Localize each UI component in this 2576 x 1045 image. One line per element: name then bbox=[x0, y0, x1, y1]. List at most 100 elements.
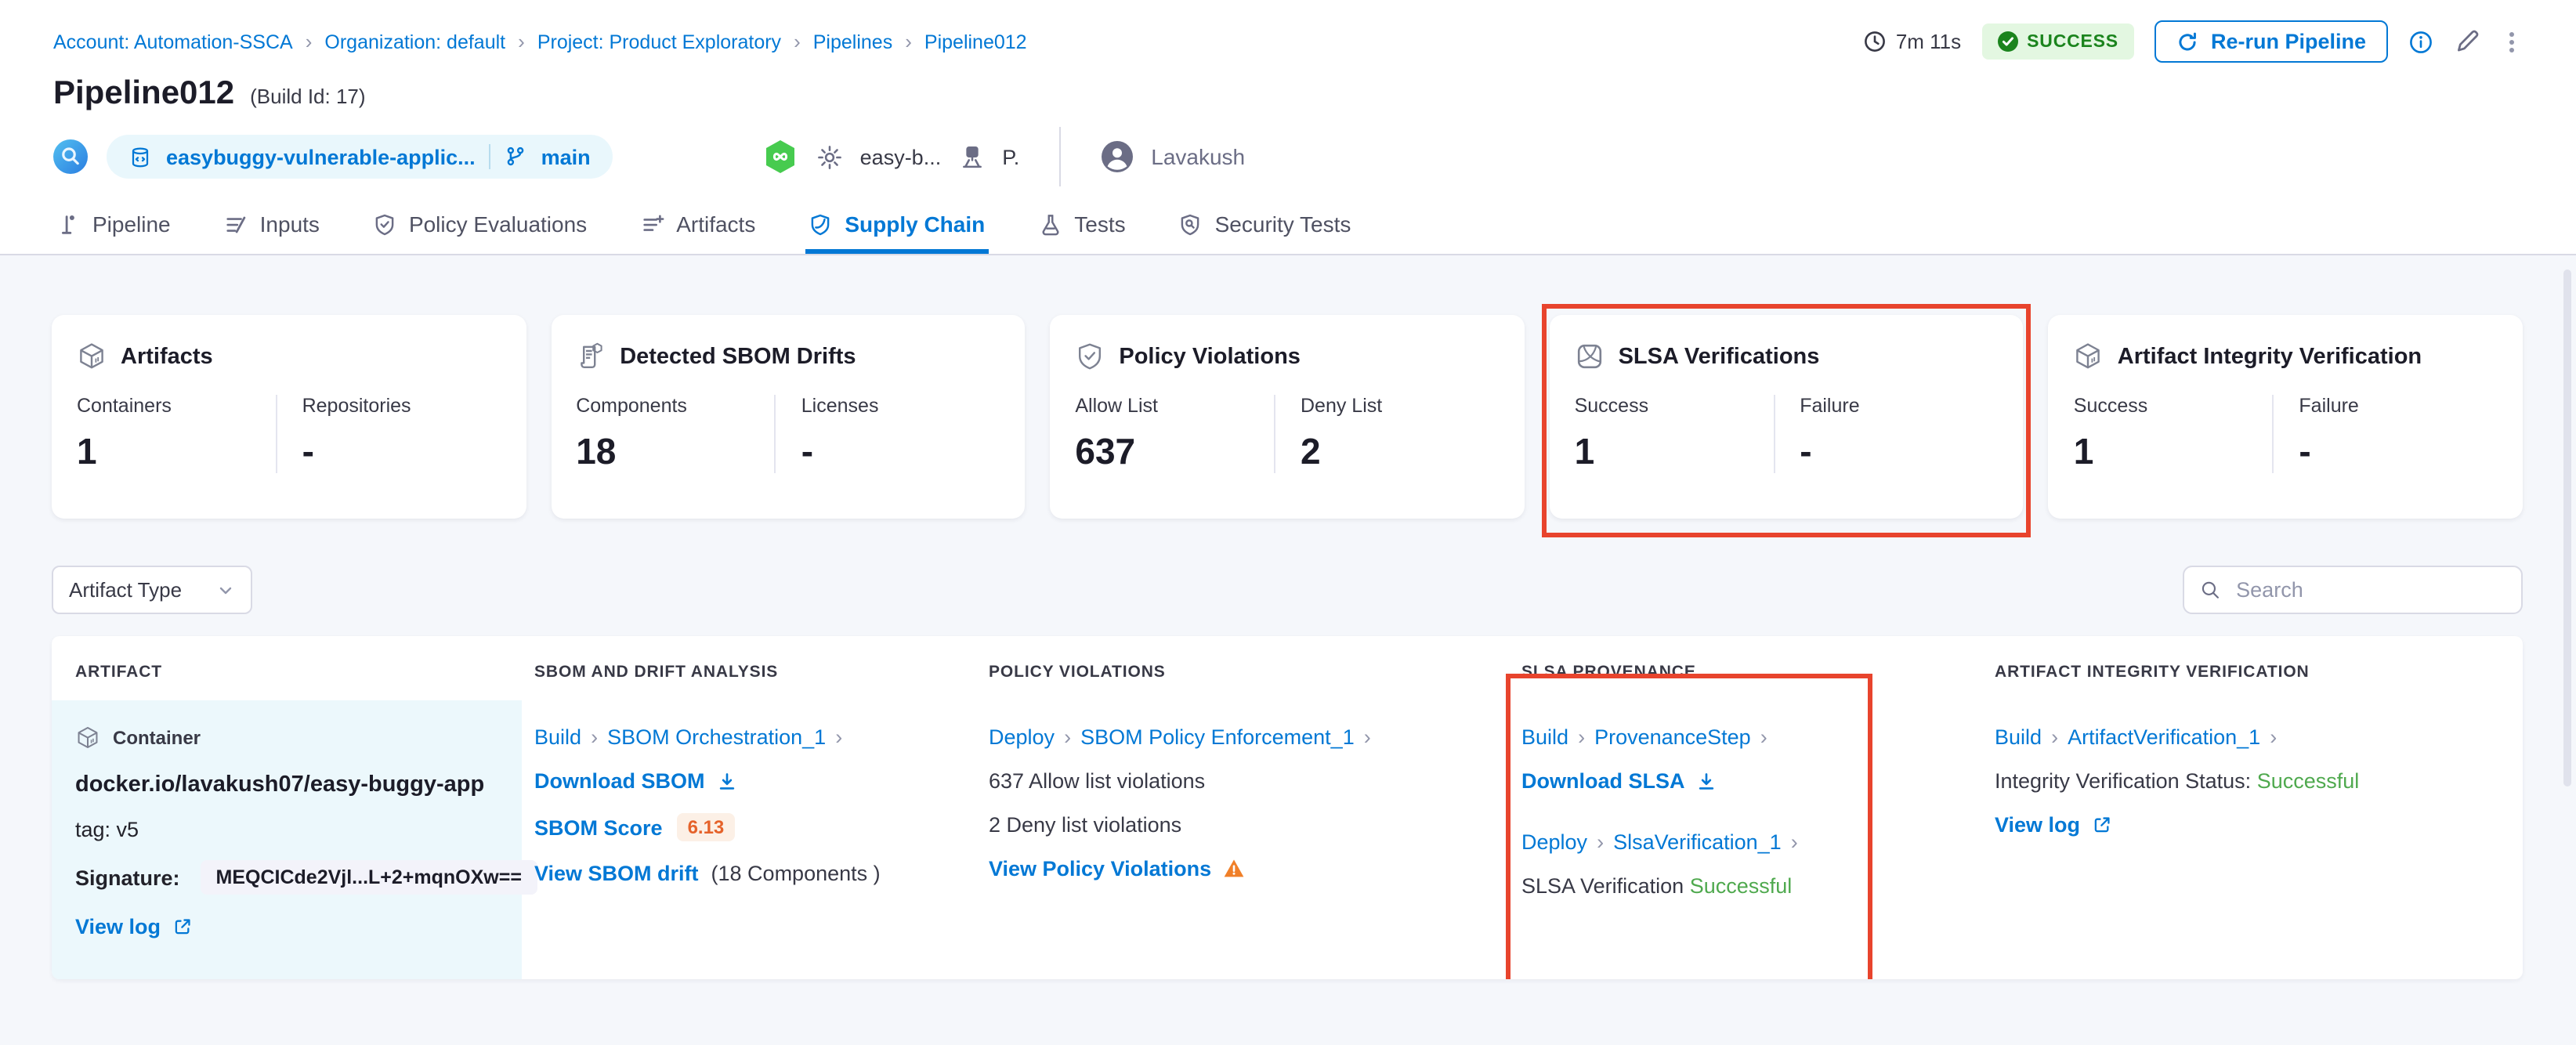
gear-icon bbox=[817, 145, 841, 168]
tab-supply-chain[interactable]: Supply Chain bbox=[805, 197, 989, 254]
download-icon bbox=[1699, 772, 1714, 789]
edit-pencil-icon[interactable] bbox=[2454, 28, 2480, 55]
flask-icon bbox=[1041, 214, 1058, 235]
download-sbom-link[interactable]: Download SBOM bbox=[534, 769, 738, 793]
step-link[interactable]: SlsaVerification_1 bbox=[1613, 830, 1782, 854]
filter-row: Artifact Type bbox=[52, 566, 2523, 614]
chevron-right-icon bbox=[794, 30, 801, 53]
warning-icon bbox=[1224, 859, 1244, 877]
breadcrumb-account[interactable]: Account: Automation-SSCA bbox=[53, 31, 293, 52]
col-policy: POLICY VIOLATIONS bbox=[989, 663, 1166, 682]
card-title: SLSA Verifications bbox=[1618, 344, 1820, 369]
slsa-status-label: SLSA Verification bbox=[1521, 874, 1684, 898]
breadcrumb: Account: Automation-SSCA Organization: d… bbox=[53, 30, 1027, 53]
info-icon[interactable] bbox=[2408, 29, 2433, 54]
repo-branch-pill[interactable]: easybuggy-vulnerable-applic... main bbox=[107, 135, 613, 179]
tab-pipeline[interactable]: Pipeline bbox=[53, 197, 174, 254]
repo-name: easybuggy-vulnerable-applic... bbox=[166, 145, 476, 168]
view-policy-violations-link[interactable]: View Policy Violations bbox=[989, 857, 1246, 880]
components-count: (18 Components ) bbox=[711, 862, 881, 885]
summary-cards: Artifacts Containers 1 Repositories - Dete… bbox=[52, 304, 2523, 537]
view-sbom-drift-link[interactable]: View SBOM drift bbox=[534, 862, 699, 885]
breadcrumb-project[interactable]: Project: Product Exploratory bbox=[537, 31, 781, 52]
stage-link[interactable]: Build bbox=[1995, 725, 2042, 749]
metric-value: 1 bbox=[1574, 431, 1595, 472]
col-slsa: SLSA PROVENANCE bbox=[1521, 663, 1696, 682]
inputs-icon bbox=[226, 215, 245, 233]
tab-artifacts[interactable]: Artifacts bbox=[637, 197, 758, 254]
supply-chain-shield-icon bbox=[812, 213, 830, 235]
container-icon bbox=[78, 727, 98, 748]
view-log-link[interactable]: View log bbox=[1995, 813, 2111, 837]
breadcrumb-pipeline012[interactable]: Pipeline012 bbox=[924, 31, 1027, 52]
signature-value: MEQCICde2Vjl...L+2+mqnOXw== bbox=[200, 860, 537, 895]
step-link[interactable]: ArtifactVerification_1 bbox=[2068, 725, 2260, 749]
infra-name[interactable]: P. bbox=[1002, 145, 1019, 168]
card-title: Detected SBOM Drifts bbox=[620, 344, 856, 369]
rerun-pipeline-button[interactable]: Re-run Pipeline bbox=[2154, 20, 2388, 63]
slsa-icon bbox=[1577, 344, 1601, 369]
deny-violations: 2 Deny list violations bbox=[989, 813, 1182, 837]
cube-icon bbox=[80, 343, 103, 369]
artifact-kind: Container bbox=[113, 727, 201, 749]
integrity-cell: Build ArtifactVerification_1 Integrity V… bbox=[1982, 700, 2523, 979]
scrollbar-thumb[interactable] bbox=[2563, 269, 2571, 786]
download-slsa-link[interactable]: Download SLSA bbox=[1521, 769, 1718, 793]
integrity-status-label: Integrity Verification Status: bbox=[1995, 769, 2252, 793]
card-policy-violations: Policy Violations Allow List 637 Deny Lis… bbox=[1050, 315, 1525, 519]
breadcrumb-org[interactable]: Organization: default bbox=[324, 31, 505, 52]
step-link[interactable]: ProvenanceStep bbox=[1594, 725, 1751, 749]
sbom-score-link[interactable]: SBOM Score bbox=[534, 815, 663, 839]
divider bbox=[489, 144, 491, 169]
search-box bbox=[2183, 566, 2523, 614]
step-link[interactable]: SBOM Policy Enforcement_1 bbox=[1080, 725, 1355, 749]
signature-label: Signature: bbox=[75, 866, 180, 889]
status-badge: SUCCESS bbox=[1981, 24, 2134, 60]
artifacts-list-icon bbox=[642, 214, 664, 230]
stage-link[interactable]: Build bbox=[534, 725, 581, 749]
tab-policy-evaluations[interactable]: Policy Evaluations bbox=[370, 197, 590, 254]
shield-search-icon bbox=[1181, 213, 1199, 235]
execution-tabs: Pipeline Inputs Policy Evaluations Artif… bbox=[0, 197, 2576, 255]
repository-icon bbox=[132, 146, 149, 167]
metric-value: - bbox=[801, 431, 814, 472]
run-duration: 7m 11s bbox=[1863, 30, 1961, 53]
metric-value: - bbox=[2299, 431, 2311, 472]
check-circle-icon bbox=[1997, 31, 2018, 52]
metric-value: 637 bbox=[1075, 431, 1136, 472]
search-input[interactable] bbox=[2233, 577, 2505, 603]
step-link[interactable]: SBOM Orchestration_1 bbox=[607, 725, 826, 749]
stage-link[interactable]: Deploy bbox=[989, 725, 1055, 749]
supply-chain-content: Artifacts Containers 1 Repositories - Dete… bbox=[0, 304, 2576, 979]
external-link-icon bbox=[174, 919, 190, 935]
service-name[interactable]: easy-b... bbox=[860, 145, 942, 168]
stage-link[interactable]: Build bbox=[1521, 725, 1568, 749]
infrastructure-icon bbox=[962, 145, 982, 168]
artifact-cell: Container docker.io/lavakush07/easy-bugg… bbox=[52, 700, 537, 979]
chevron-right-icon bbox=[905, 30, 912, 53]
policy-cell: Deploy SBOM Policy Enforcement_1 637 All… bbox=[976, 700, 1509, 979]
execution-icon bbox=[53, 139, 88, 174]
build-id: (Build Id: 17) bbox=[250, 85, 366, 108]
view-log-link[interactable]: View log bbox=[75, 915, 192, 938]
ci-hexagon-icon bbox=[765, 140, 794, 173]
stage-link[interactable]: Deploy bbox=[1521, 830, 1587, 854]
refresh-icon bbox=[2179, 31, 2196, 50]
card-title: Artifact Integrity Verification bbox=[2117, 344, 2422, 369]
card-title: Policy Violations bbox=[1119, 344, 1301, 369]
tab-tests[interactable]: Tests bbox=[1035, 197, 1128, 254]
card-title: Artifacts bbox=[121, 344, 213, 369]
cube-icon bbox=[2076, 343, 2100, 369]
tab-security-tests[interactable]: Security Tests bbox=[1176, 197, 1355, 254]
col-integrity: ARTIFACT INTEGRITY VERIFICATION bbox=[1995, 663, 2310, 682]
user-name: Lavakush bbox=[1151, 144, 1246, 169]
artifact-type-select[interactable]: Artifact Type bbox=[52, 566, 252, 614]
breadcrumb-pipelines[interactable]: Pipelines bbox=[813, 31, 892, 52]
chevron-right-icon bbox=[518, 30, 525, 53]
card-artifact-integrity: Artifact Integrity Verification Success 1… bbox=[2048, 315, 2523, 519]
kebab-menu-icon[interactable] bbox=[2501, 29, 2523, 54]
user-avatar-icon bbox=[1101, 141, 1133, 172]
metric-value: - bbox=[302, 431, 314, 472]
tab-inputs[interactable]: Inputs bbox=[221, 197, 323, 254]
git-branch-icon bbox=[508, 146, 524, 166]
